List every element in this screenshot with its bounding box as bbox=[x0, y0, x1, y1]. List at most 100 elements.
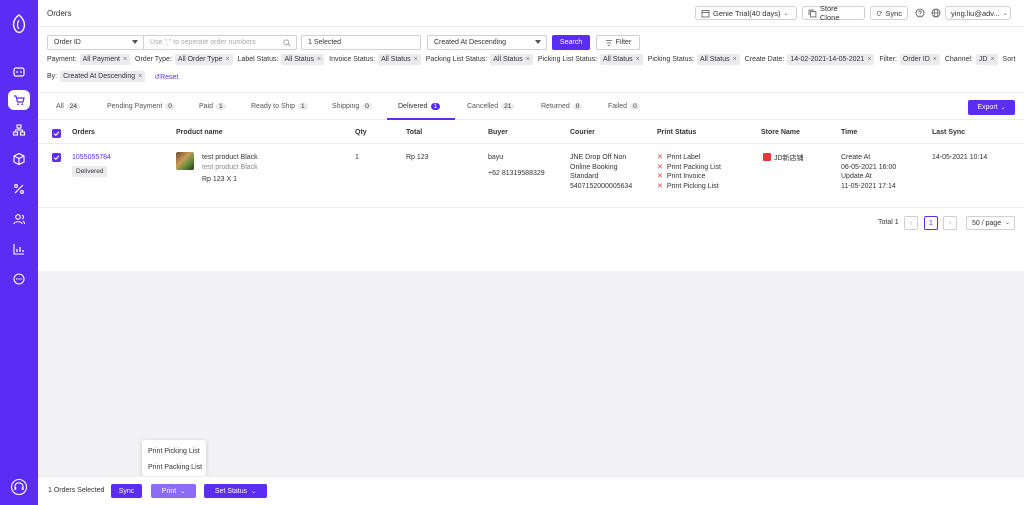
trial-plan-select[interactable]: Genie Trial(40 days) ⌄ bbox=[695, 6, 797, 20]
close-icon[interactable]: × bbox=[526, 56, 530, 63]
order-status-badge: Delivered bbox=[72, 165, 108, 178]
product-thumbnail[interactable] bbox=[176, 152, 194, 170]
globe-icon[interactable] bbox=[931, 8, 941, 18]
sort-select[interactable]: Created At Descending bbox=[427, 35, 547, 50]
sidebar-item-orders[interactable] bbox=[8, 90, 30, 110]
sidebar-item-organization[interactable] bbox=[8, 120, 30, 140]
tab-ready-to-ship[interactable]: Ready to Ship 1 bbox=[251, 103, 308, 110]
filter-field-chip[interactable]: Order ID × bbox=[899, 54, 940, 65]
page-size-select[interactable]: 50 / page ⌄ bbox=[966, 216, 1015, 230]
sort-select-value: Created At Descending bbox=[434, 39, 506, 46]
header-divider bbox=[38, 143, 1024, 144]
sidebar-item-products[interactable] bbox=[8, 149, 30, 169]
sidebar-item-customers[interactable] bbox=[8, 209, 30, 229]
sidebar-item-dashboard[interactable] bbox=[8, 61, 30, 81]
buyer-name: bayu bbox=[488, 154, 504, 161]
jd-store-icon bbox=[763, 153, 771, 161]
order-number-search-input[interactable]: Use "," to seperate order numbers bbox=[143, 35, 297, 50]
close-icon[interactable]: × bbox=[636, 56, 640, 63]
reset-filters-link[interactable]: ↺Reset bbox=[154, 73, 178, 81]
tab-failed[interactable]: Failed 0 bbox=[608, 103, 640, 110]
order-id-link[interactable]: 1055055784 bbox=[72, 153, 111, 163]
close-icon[interactable]: × bbox=[733, 56, 737, 63]
menu-item-print-packing-list[interactable]: Print Packing List bbox=[148, 464, 202, 471]
tab-shipping[interactable]: Shipping 0 bbox=[332, 103, 372, 110]
create-date-filter-chip[interactable]: 14-02-2021-14-05-2021 × bbox=[787, 54, 875, 65]
search-button[interactable]: Search bbox=[552, 35, 590, 50]
create-date-filter-value: 14-02-2021-14-05-2021 bbox=[790, 56, 865, 63]
tab-delivered[interactable]: Delivered 1 bbox=[398, 103, 441, 110]
sidebar-item-reports[interactable] bbox=[8, 239, 30, 259]
page-1-button[interactable]: 1 bbox=[924, 216, 938, 230]
prev-page-button[interactable]: ‹ bbox=[904, 216, 918, 230]
filter-button[interactable]: Filter bbox=[596, 35, 640, 50]
tab-returned[interactable]: Returned 0 bbox=[541, 103, 583, 110]
column-header-buyer: Buyer bbox=[488, 129, 508, 136]
tab-paid[interactable]: Paid 1 bbox=[199, 103, 226, 110]
row-checkbox[interactable] bbox=[52, 153, 61, 162]
tab-pending-payment[interactable]: Pending Payment 0 bbox=[107, 103, 175, 110]
close-icon[interactable]: × bbox=[317, 56, 321, 63]
sidebar-item-messages[interactable] bbox=[8, 269, 30, 289]
sort-by-filter-chip[interactable]: Created At Descending × bbox=[60, 71, 146, 82]
set-status-button[interactable]: Set Status ⌄ bbox=[204, 484, 267, 498]
bulk-sync-button[interactable]: Sync bbox=[111, 484, 142, 498]
close-icon[interactable]: × bbox=[123, 56, 127, 63]
chevron-down-icon: ⌄ bbox=[783, 10, 789, 17]
close-icon[interactable]: × bbox=[867, 56, 871, 63]
tab-label: Failed bbox=[608, 103, 628, 110]
status-tabs: All 24 Pending Payment 0 Paid 1 Ready to Sh… bbox=[38, 93, 1024, 120]
tab-label: Paid bbox=[199, 103, 214, 110]
filter-panel: Order ID Use "," to seperate order numbe… bbox=[38, 27, 1024, 93]
tab-label: Ready to Ship bbox=[251, 103, 295, 110]
product-variant: test product Black bbox=[202, 163, 258, 171]
close-icon[interactable]: × bbox=[933, 56, 937, 63]
close-icon[interactable]: × bbox=[990, 56, 994, 63]
payment-filter-label: Payment: bbox=[47, 56, 77, 63]
channel-filter-chip[interactable]: JD × bbox=[975, 54, 998, 65]
packing-list-status-filter-label: Packing List Status: bbox=[425, 56, 488, 63]
tab-count: 0 bbox=[572, 103, 583, 110]
headset-icon[interactable] bbox=[10, 478, 28, 496]
export-button[interactable]: Export ⌄ bbox=[968, 100, 1015, 115]
order-type-filter-label: Order Type: bbox=[135, 56, 172, 63]
packing-list-status-filter-chip[interactable]: All Status × bbox=[490, 54, 533, 65]
tab-all[interactable]: All 24 bbox=[56, 103, 81, 110]
app-logo-icon[interactable] bbox=[9, 13, 29, 35]
search-type-select[interactable]: Order ID bbox=[47, 35, 144, 50]
users-icon bbox=[13, 214, 25, 225]
menu-item-print-picking-list[interactable]: Print Picking List bbox=[148, 448, 200, 455]
store-clone-button[interactable]: Store Clone bbox=[802, 4, 865, 22]
bar-chart-icon bbox=[13, 244, 24, 255]
sidebar-item-promotions[interactable] bbox=[8, 179, 30, 199]
next-page-button[interactable]: › bbox=[943, 216, 957, 230]
chevron-down-icon: ⌄ bbox=[1000, 105, 1006, 111]
payment-filter-chip[interactable]: All Payment × bbox=[79, 54, 131, 65]
close-icon[interactable]: × bbox=[226, 56, 230, 63]
picking-list-status-filter-label: Picking List Status: bbox=[537, 56, 598, 63]
sync-button[interactable]: Sync bbox=[870, 6, 908, 20]
chevron-down-icon: ⌄ bbox=[180, 488, 186, 495]
bulk-print-button[interactable]: Print ⌄ bbox=[151, 484, 196, 498]
tab-count: 1 bbox=[430, 103, 441, 110]
search-icon bbox=[283, 39, 291, 47]
product-cell: test product Black test product Black Rp… bbox=[202, 153, 258, 185]
invoice-status-filter-chip[interactable]: All Status × bbox=[378, 54, 421, 65]
picking-status-filter-chip[interactable]: All Status × bbox=[697, 54, 740, 65]
order-type-filter-chip[interactable]: All Order Type × bbox=[174, 54, 233, 65]
sync-label: Sync bbox=[885, 8, 902, 18]
select-all-checkbox[interactable] bbox=[52, 129, 61, 138]
tab-cancelled[interactable]: Cancelled 21 bbox=[467, 103, 515, 110]
invoice-status-filter-value: All Status bbox=[381, 56, 411, 63]
selected-count-field[interactable]: 1 Selected bbox=[301, 35, 421, 50]
user-menu[interactable]: ying.liu@adv... ⌄ bbox=[945, 6, 1011, 20]
tab-label: All bbox=[56, 103, 64, 110]
help-icon[interactable] bbox=[915, 8, 925, 18]
label-status-filter-chip[interactable]: All Status × bbox=[281, 54, 325, 65]
close-icon[interactable]: × bbox=[138, 73, 142, 80]
column-header-total: Total bbox=[406, 129, 423, 136]
picking-list-status-filter-chip[interactable]: All Status × bbox=[600, 54, 643, 65]
robot-icon bbox=[13, 67, 25, 77]
payment-filter-value: All Payment bbox=[82, 56, 120, 63]
close-icon[interactable]: × bbox=[414, 56, 418, 63]
